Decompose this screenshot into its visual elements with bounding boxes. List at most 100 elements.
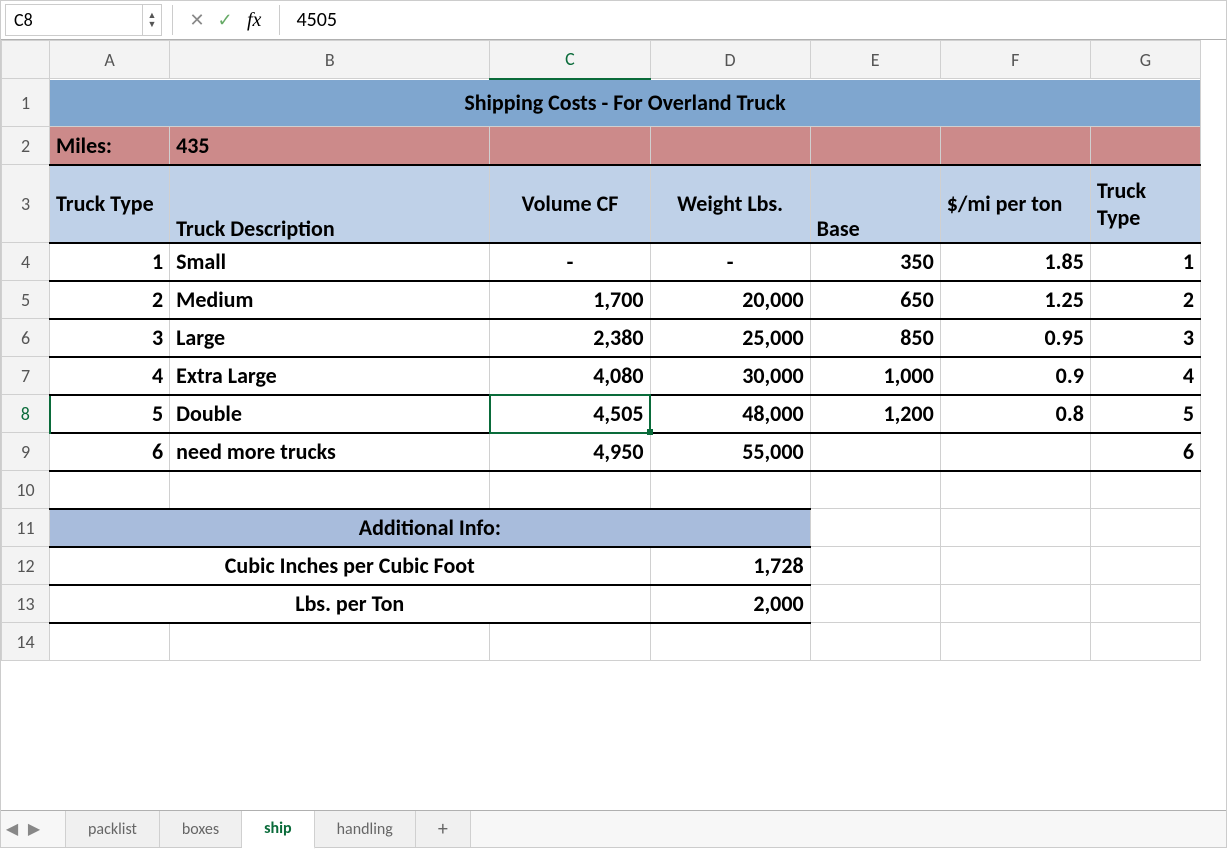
cell-B4[interactable]: Small [170,243,490,281]
cell-title[interactable]: Shipping Costs - For Overland Truck [50,79,1201,127]
row-header-5[interactable]: 5 [2,281,50,319]
tab-packlist[interactable]: packlist [65,811,160,847]
row-header-7[interactable]: 7 [2,357,50,395]
row-header-4[interactable]: 4 [2,243,50,281]
cell-E6[interactable]: 850 [810,319,940,357]
cell-G11[interactable] [1090,509,1200,547]
cell-ton-label[interactable]: Lbs. per Ton [50,585,650,623]
cell-D4[interactable]: - [650,243,810,281]
cell-F2[interactable] [940,127,1090,165]
col-header-E[interactable]: E [810,41,940,79]
row-header-14[interactable]: 14 [2,623,50,661]
cell-E4[interactable]: 350 [810,243,940,281]
fx-label[interactable]: fx [247,9,261,32]
cell-G6[interactable]: 3 [1090,319,1200,357]
cell-F5[interactable]: 1.25 [940,281,1090,319]
cell-C7[interactable]: 4,080 [490,357,650,395]
cell-additional-info[interactable]: Additional Info: [50,509,811,547]
cell-C6[interactable]: 2,380 [490,319,650,357]
cell-D10[interactable] [650,471,810,509]
col-header-B[interactable]: B [170,41,490,79]
confirm-icon[interactable]: ✓ [214,9,236,31]
cell-A8[interactable]: 5 [50,395,170,433]
cell-B5[interactable]: Medium [170,281,490,319]
cell-F14[interactable] [940,623,1090,661]
cell-C4[interactable]: - [490,243,650,281]
cell-C9[interactable]: 4,950 [490,433,650,471]
cancel-icon[interactable]: ✕ [186,9,208,31]
cell-A3[interactable]: Truck Type [50,165,170,243]
cell-A10[interactable] [50,471,170,509]
row-header-11[interactable]: 11 [2,509,50,547]
col-header-F[interactable]: F [940,41,1090,79]
row-header-9[interactable]: 9 [2,433,50,471]
cell-A9[interactable]: 6 [50,433,170,471]
cell-B10[interactable] [170,471,490,509]
cell-A2[interactable]: Miles: [50,127,170,165]
cell-D5[interactable]: 20,000 [650,281,810,319]
cell-E12[interactable] [810,547,940,585]
cell-C2[interactable] [490,127,650,165]
cell-A4[interactable]: 1 [50,243,170,281]
row-header-12[interactable]: 12 [2,547,50,585]
cell-D13[interactable]: 2,000 [650,585,810,623]
col-header-C[interactable]: C [490,41,650,79]
row-header-2[interactable]: 2 [2,127,50,165]
col-header-A[interactable]: A [50,41,170,79]
cell-G8[interactable]: 5 [1090,395,1200,433]
cell-F6[interactable]: 0.95 [940,319,1090,357]
cell-G12[interactable] [1090,547,1200,585]
cell-F8[interactable]: 0.8 [940,395,1090,433]
cell-F4[interactable]: 1.85 [940,243,1090,281]
cell-A14[interactable] [50,623,170,661]
row-header-13[interactable]: 13 [2,585,50,623]
cell-C5[interactable]: 1,700 [490,281,650,319]
cell-D3[interactable]: Weight Lbs. [650,165,810,243]
cell-D8[interactable]: 48,000 [650,395,810,433]
cell-C3[interactable]: Volume CF [490,165,650,243]
cell-A7[interactable]: 4 [50,357,170,395]
cell-G13[interactable] [1090,585,1200,623]
formula-input[interactable]: 4505 [290,8,1226,32]
cell-B7[interactable]: Extra Large [170,357,490,395]
row-header-1[interactable]: 1 [2,79,50,127]
cell-B14[interactable] [170,623,490,661]
cell-G2[interactable] [1090,127,1200,165]
cell-E8[interactable]: 1,200 [810,395,940,433]
cell-F7[interactable]: 0.9 [940,357,1090,395]
name-box-stepper[interactable]: ▲▼ [143,4,162,36]
cell-C10[interactable] [490,471,650,509]
cell-G9[interactable]: 6 [1090,433,1200,471]
tab-nav-prev-icon[interactable]: ◀ [1,819,23,839]
cell-D7[interactable]: 30,000 [650,357,810,395]
grid-area[interactable]: A B C D E F G 1 Shipping Costs - For Ove… [1,40,1226,810]
tab-ship[interactable]: ship [242,811,314,849]
col-header-D[interactable]: D [650,41,810,79]
row-header-8[interactable]: 8 [2,395,50,433]
cell-G14[interactable] [1090,623,1200,661]
select-all-corner[interactable] [2,41,50,79]
cell-E7[interactable]: 1,000 [810,357,940,395]
cell-G4[interactable]: 1 [1090,243,1200,281]
row-header-10[interactable]: 10 [2,471,50,509]
cell-A5[interactable]: 2 [50,281,170,319]
cell-E10[interactable] [810,471,940,509]
cell-F11[interactable] [940,509,1090,547]
cell-G5[interactable]: 2 [1090,281,1200,319]
cell-E3[interactable]: Base [810,165,940,243]
col-header-G[interactable]: G [1090,41,1200,79]
cell-E13[interactable] [810,585,940,623]
cell-C8[interactable]: 4,505 [490,395,650,433]
cell-G3[interactable]: Truck Type [1090,165,1200,243]
cell-B8[interactable]: Double [170,395,490,433]
tab-handling[interactable]: handling [315,811,416,847]
cell-D6[interactable]: 25,000 [650,319,810,357]
cell-B6[interactable]: Large [170,319,490,357]
cell-F13[interactable] [940,585,1090,623]
row-header-3[interactable]: 3 [2,165,50,243]
cell-G7[interactable]: 4 [1090,357,1200,395]
name-box[interactable]: C8 [5,4,143,36]
cell-cubic-label[interactable]: Cubic Inches per Cubic Foot [50,547,650,585]
cell-D2[interactable] [650,127,810,165]
cell-E5[interactable]: 650 [810,281,940,319]
